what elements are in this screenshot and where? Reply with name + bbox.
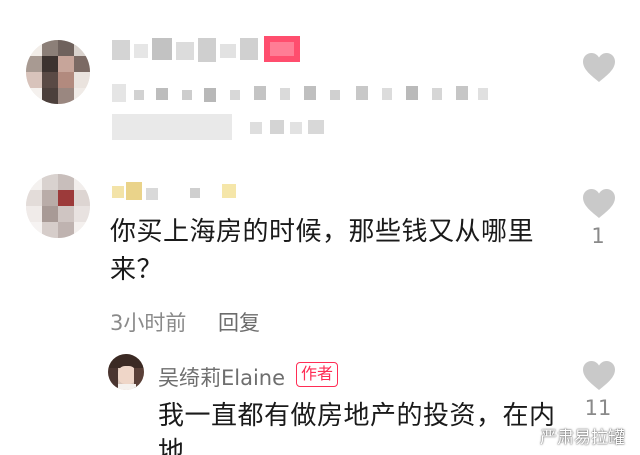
watermark: 严肃易拉罐 xyxy=(540,428,625,448)
like-count: 1 xyxy=(591,224,605,248)
comment-time: 3小时前 xyxy=(110,311,187,335)
username-censored xyxy=(112,180,242,204)
avatar[interactable] xyxy=(108,354,144,390)
username-censored xyxy=(112,34,302,68)
comment-text-censored xyxy=(112,78,492,108)
author-badge: 作者 xyxy=(296,362,339,387)
reply-text: 我一直都有做房地产的投资，在内 xyxy=(158,401,556,431)
reply-username[interactable]: 吴绮莉Elaine xyxy=(158,362,285,392)
comment-meta-censored xyxy=(112,114,332,140)
heart-icon[interactable] xyxy=(582,360,616,391)
reply-text: 地 xyxy=(158,437,185,455)
comment-text: 来？ xyxy=(110,255,164,285)
comment-text: 你买上海房的时候，那些钱又从哪里 xyxy=(110,217,535,247)
heart-icon[interactable] xyxy=(582,52,616,83)
like-count: 11 xyxy=(584,396,612,420)
avatar[interactable] xyxy=(26,40,90,104)
heart-icon[interactable] xyxy=(582,188,616,219)
reply-button[interactable]: 回复 xyxy=(218,307,260,337)
avatar[interactable] xyxy=(26,174,90,238)
